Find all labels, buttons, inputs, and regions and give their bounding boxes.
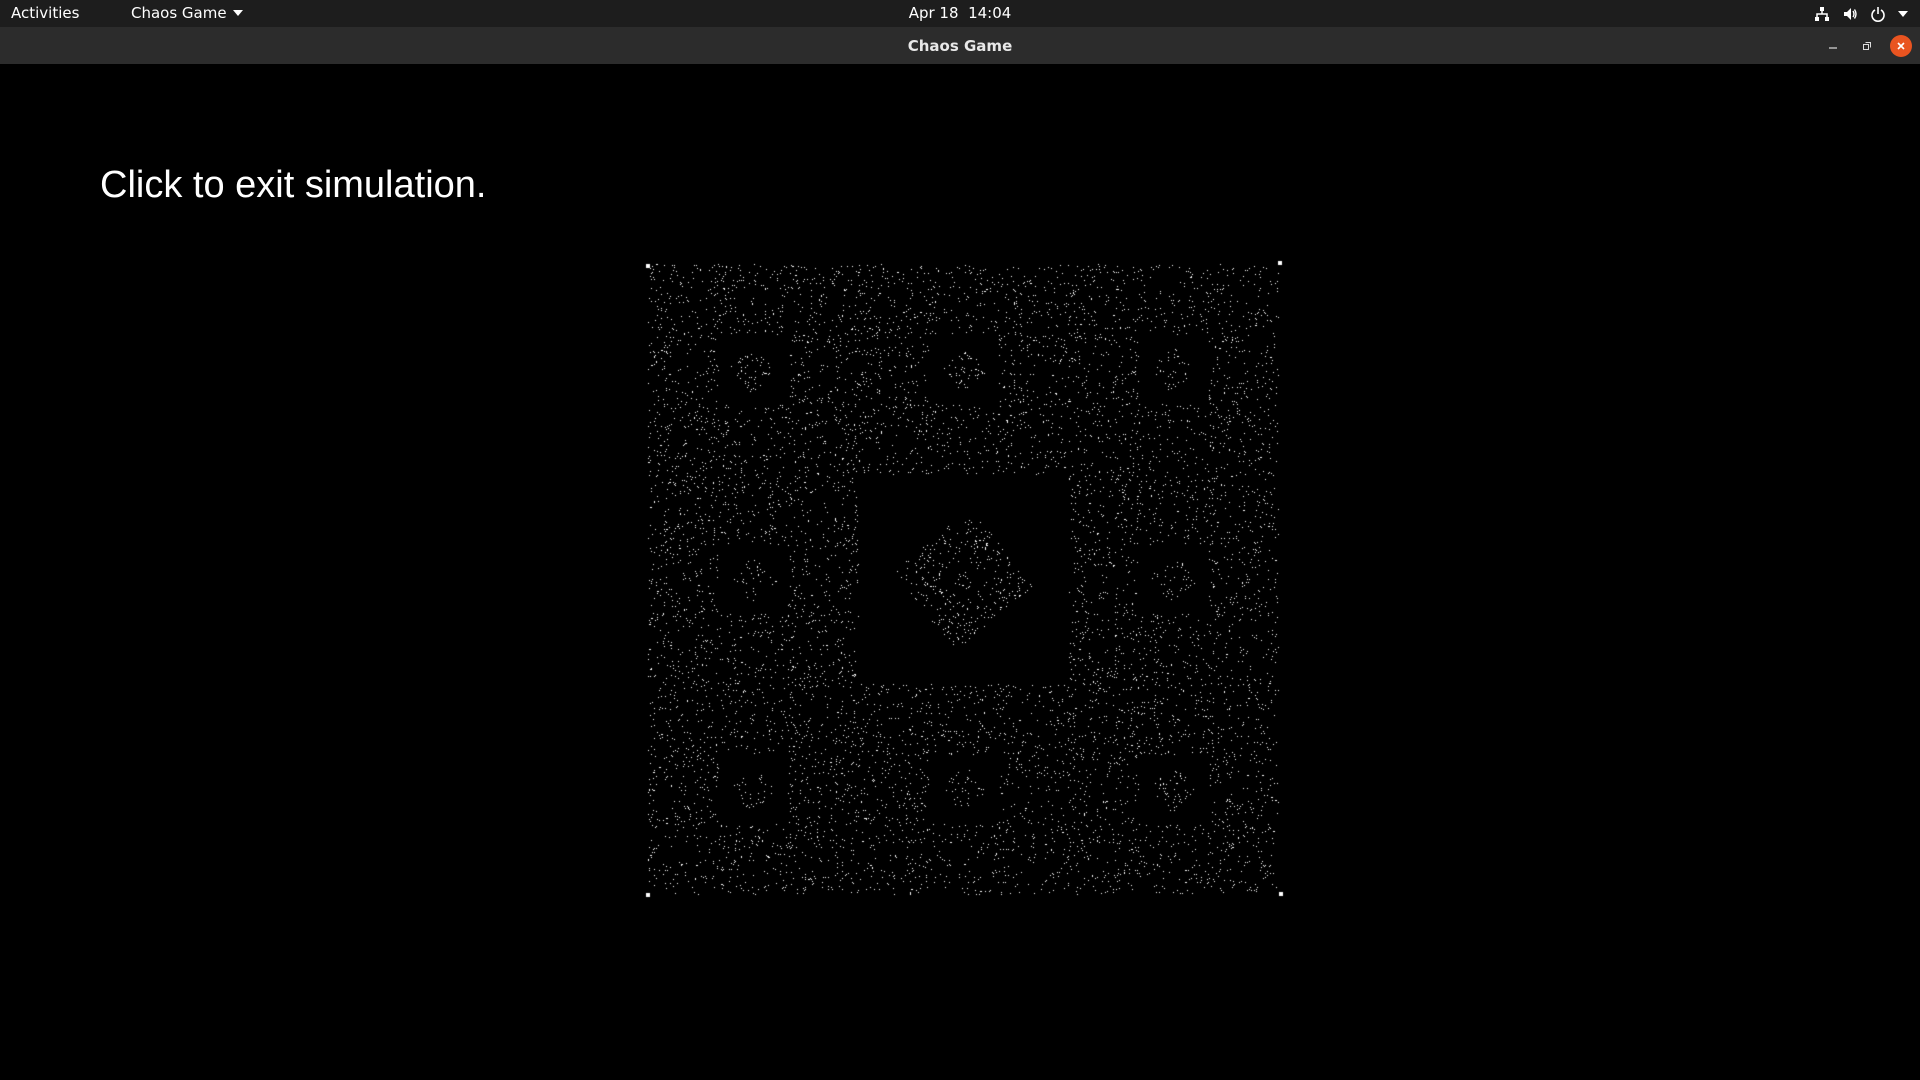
clock: Apr 18 14:04 bbox=[0, 4, 1920, 22]
restore-icon bbox=[1863, 42, 1871, 50]
system-tray[interactable] bbox=[1814, 3, 1908, 24]
window-titlebar[interactable]: Chaos Game bbox=[0, 27, 1920, 65]
app-menu-label: Chaos Game bbox=[131, 4, 227, 22]
volume-icon bbox=[1842, 6, 1858, 22]
fractal-canvas[interactable] bbox=[0, 64, 1920, 1080]
clock-button[interactable]: Apr 18 14:04 bbox=[909, 4, 1012, 22]
top-bar: Activities Chaos Game Apr 18 14:04 bbox=[0, 0, 1920, 27]
minimize-button[interactable] bbox=[1822, 35, 1844, 57]
close-icon bbox=[1897, 42, 1905, 50]
chevron-down-icon bbox=[232, 10, 243, 16]
close-button[interactable] bbox=[1890, 35, 1912, 57]
simulation-canvas-area[interactable]: Click to exit simulation. bbox=[0, 64, 1920, 1080]
date-label: Apr 18 bbox=[908, 4, 959, 22]
power-icon bbox=[1870, 6, 1886, 22]
minimize-icon bbox=[1829, 47, 1837, 49]
window-title: Chaos Game bbox=[907, 37, 1013, 55]
app-menu[interactable]: Chaos Game bbox=[131, 4, 243, 22]
time-label: 14:04 bbox=[968, 4, 1012, 22]
network-icon bbox=[1814, 6, 1830, 22]
exit-instruction: Click to exit simulation. bbox=[100, 164, 487, 206]
maximize-button[interactable] bbox=[1856, 35, 1878, 57]
activities-button[interactable]: Activities bbox=[11, 4, 79, 22]
chevron-down-icon bbox=[1898, 10, 1908, 17]
